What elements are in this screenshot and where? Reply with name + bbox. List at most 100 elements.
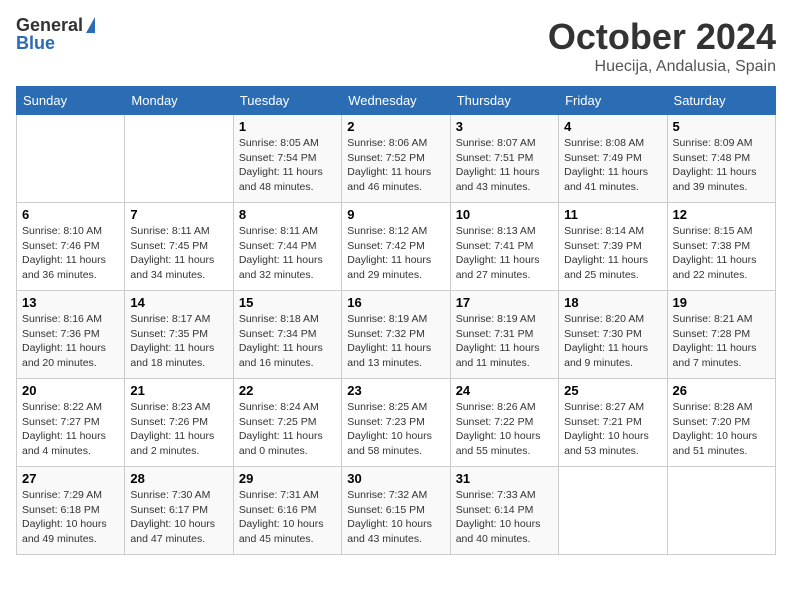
calendar-cell bbox=[17, 115, 125, 203]
day-number: 25 bbox=[564, 383, 661, 398]
day-info: Sunrise: 8:05 AMSunset: 7:54 PMDaylight:… bbox=[239, 136, 336, 195]
calendar-cell: 12 Sunrise: 8:15 AMSunset: 7:38 PMDayligh… bbox=[667, 203, 775, 291]
calendar-cell: 1 Sunrise: 8:05 AMSunset: 7:54 PMDaylight… bbox=[233, 115, 341, 203]
calendar-cell: 5Sunrise: 8:09 AMSunset: 7:48 PMDaylight… bbox=[667, 115, 775, 203]
calendar-cell: 8 Sunrise: 8:11 AMSunset: 7:44 PMDaylight… bbox=[233, 203, 341, 291]
day-info: Sunrise: 8:28 AMSunset: 7:20 PMDaylight:… bbox=[673, 400, 770, 459]
day-number: 11 bbox=[564, 207, 661, 222]
day-number: 1 bbox=[239, 119, 336, 134]
day-number: 18 bbox=[564, 295, 661, 310]
day-info: Sunrise: 8:19 AMSunset: 7:31 PMDaylight:… bbox=[456, 312, 553, 371]
day-info: Sunrise: 8:18 AMSunset: 7:34 PMDaylight:… bbox=[239, 312, 336, 371]
location: Huecija, Andalusia, Spain bbox=[548, 58, 776, 76]
calendar-cell: 26 Sunrise: 8:28 AMSunset: 7:20 PMDayligh… bbox=[667, 379, 775, 467]
calendar-cell: 24 Sunrise: 8:26 AMSunset: 7:22 PMDayligh… bbox=[450, 379, 558, 467]
day-number: 9 bbox=[347, 207, 444, 222]
page-container: General Blue October 2024 Huecija, Andal… bbox=[0, 0, 792, 571]
day-number: 4 bbox=[564, 119, 661, 134]
weekday-header-row: SundayMondayTuesdayWednesdayThursdayFrid… bbox=[17, 87, 776, 115]
day-info: Sunrise: 8:09 AMSunset: 7:48 PMDaylight:… bbox=[673, 136, 770, 195]
day-info: Sunrise: 8:19 AMSunset: 7:32 PMDaylight:… bbox=[347, 312, 444, 371]
calendar-cell: 19 Sunrise: 8:21 AMSunset: 7:28 PMDayligh… bbox=[667, 291, 775, 379]
month-title: October 2024 bbox=[548, 16, 776, 58]
day-info: Sunrise: 8:06 AMSunset: 7:52 PMDaylight:… bbox=[347, 136, 444, 195]
day-number: 20 bbox=[22, 383, 119, 398]
calendar-cell: 11 Sunrise: 8:14 AMSunset: 7:39 PMDayligh… bbox=[559, 203, 667, 291]
day-number: 3 bbox=[456, 119, 553, 134]
day-info: Sunrise: 7:29 AMSunset: 6:18 PMDaylight:… bbox=[22, 488, 119, 547]
calendar-cell: 16 Sunrise: 8:19 AMSunset: 7:32 PMDayligh… bbox=[342, 291, 450, 379]
calendar-cell: 29Sunrise: 7:31 AMSunset: 6:16 PMDayligh… bbox=[233, 467, 341, 555]
day-info: Sunrise: 7:30 AMSunset: 6:17 PMDaylight:… bbox=[130, 488, 227, 547]
day-number: 21 bbox=[130, 383, 227, 398]
weekday-header-friday: Friday bbox=[559, 87, 667, 115]
calendar-cell: 28 Sunrise: 7:30 AMSunset: 6:17 PMDayligh… bbox=[125, 467, 233, 555]
calendar-cell: 15 Sunrise: 8:18 AMSunset: 7:34 PMDayligh… bbox=[233, 291, 341, 379]
day-info: Sunrise: 8:16 AMSunset: 7:36 PMDaylight:… bbox=[22, 312, 119, 371]
day-number: 7 bbox=[130, 207, 227, 222]
day-info: Sunrise: 8:22 AMSunset: 7:27 PMDaylight:… bbox=[22, 400, 119, 459]
calendar-cell: 23Sunrise: 8:25 AMSunset: 7:23 PMDayligh… bbox=[342, 379, 450, 467]
day-info: Sunrise: 8:13 AMSunset: 7:41 PMDaylight:… bbox=[456, 224, 553, 283]
day-number: 26 bbox=[673, 383, 770, 398]
calendar-cell: 14 Sunrise: 8:17 AMSunset: 7:35 PMDayligh… bbox=[125, 291, 233, 379]
day-number: 30 bbox=[347, 471, 444, 486]
title-block: October 2024 Huecija, Andalusia, Spain bbox=[548, 16, 776, 76]
calendar-cell: 21 Sunrise: 8:23 AMSunset: 7:26 PMDayligh… bbox=[125, 379, 233, 467]
calendar-cell: 20 Sunrise: 8:22 AMSunset: 7:27 PMDayligh… bbox=[17, 379, 125, 467]
day-number: 29 bbox=[239, 471, 336, 486]
day-info: Sunrise: 8:10 AMSunset: 7:46 PMDaylight:… bbox=[22, 224, 119, 283]
day-number: 12 bbox=[673, 207, 770, 222]
logo: General Blue bbox=[16, 16, 95, 52]
calendar-table: SundayMondayTuesdayWednesdayThursdayFrid… bbox=[16, 86, 776, 555]
calendar-cell: 13Sunrise: 8:16 AMSunset: 7:36 PMDayligh… bbox=[17, 291, 125, 379]
day-number: 16 bbox=[347, 295, 444, 310]
day-info: Sunrise: 8:27 AMSunset: 7:21 PMDaylight:… bbox=[564, 400, 661, 459]
calendar-week-row: 13Sunrise: 8:16 AMSunset: 7:36 PMDayligh… bbox=[17, 291, 776, 379]
day-info: Sunrise: 8:21 AMSunset: 7:28 PMDaylight:… bbox=[673, 312, 770, 371]
day-number: 27 bbox=[22, 471, 119, 486]
day-info: Sunrise: 8:15 AMSunset: 7:38 PMDaylight:… bbox=[673, 224, 770, 283]
calendar-week-row: 6 Sunrise: 8:10 AMSunset: 7:46 PMDaylight… bbox=[17, 203, 776, 291]
day-info: Sunrise: 8:17 AMSunset: 7:35 PMDaylight:… bbox=[130, 312, 227, 371]
logo-blue-text: Blue bbox=[16, 34, 95, 52]
day-number: 17 bbox=[456, 295, 553, 310]
day-number: 2 bbox=[347, 119, 444, 134]
calendar-cell: 6 Sunrise: 8:10 AMSunset: 7:46 PMDaylight… bbox=[17, 203, 125, 291]
day-number: 31 bbox=[456, 471, 553, 486]
calendar-cell: 3 Sunrise: 8:07 AMSunset: 7:51 PMDaylight… bbox=[450, 115, 558, 203]
calendar-week-row: 27 Sunrise: 7:29 AMSunset: 6:18 PMDayligh… bbox=[17, 467, 776, 555]
day-number: 19 bbox=[673, 295, 770, 310]
day-info: Sunrise: 8:14 AMSunset: 7:39 PMDaylight:… bbox=[564, 224, 661, 283]
day-number: 23 bbox=[347, 383, 444, 398]
day-number: 15 bbox=[239, 295, 336, 310]
day-number: 24 bbox=[456, 383, 553, 398]
day-number: 28 bbox=[130, 471, 227, 486]
day-info: Sunrise: 8:07 AMSunset: 7:51 PMDaylight:… bbox=[456, 136, 553, 195]
day-info: Sunrise: 7:32 AMSunset: 6:15 PMDaylight:… bbox=[347, 488, 444, 547]
day-number: 6 bbox=[22, 207, 119, 222]
day-info: Sunrise: 8:24 AMSunset: 7:25 PMDaylight:… bbox=[239, 400, 336, 459]
day-info: Sunrise: 8:11 AMSunset: 7:44 PMDaylight:… bbox=[239, 224, 336, 283]
calendar-cell: 7Sunrise: 8:11 AMSunset: 7:45 PMDaylight… bbox=[125, 203, 233, 291]
day-number: 22 bbox=[239, 383, 336, 398]
calendar-cell: 18Sunrise: 8:20 AMSunset: 7:30 PMDayligh… bbox=[559, 291, 667, 379]
day-info: Sunrise: 8:12 AMSunset: 7:42 PMDaylight:… bbox=[347, 224, 444, 283]
calendar-cell: 2 Sunrise: 8:06 AMSunset: 7:52 PMDaylight… bbox=[342, 115, 450, 203]
calendar-cell: 27 Sunrise: 7:29 AMSunset: 6:18 PMDayligh… bbox=[17, 467, 125, 555]
calendar-cell: 30 Sunrise: 7:32 AMSunset: 6:15 PMDayligh… bbox=[342, 467, 450, 555]
calendar-cell: 4Sunrise: 8:08 AMSunset: 7:49 PMDaylight… bbox=[559, 115, 667, 203]
day-info: Sunrise: 8:26 AMSunset: 7:22 PMDaylight:… bbox=[456, 400, 553, 459]
calendar-cell: 31 Sunrise: 7:33 AMSunset: 6:14 PMDayligh… bbox=[450, 467, 558, 555]
calendar-week-row: 1 Sunrise: 8:05 AMSunset: 7:54 PMDaylight… bbox=[17, 115, 776, 203]
weekday-header-sunday: Sunday bbox=[17, 87, 125, 115]
calendar-cell: 25 Sunrise: 8:27 AMSunset: 7:21 PMDayligh… bbox=[559, 379, 667, 467]
day-number: 10 bbox=[456, 207, 553, 222]
day-number: 8 bbox=[239, 207, 336, 222]
calendar-cell: 10 Sunrise: 8:13 AMSunset: 7:41 PMDayligh… bbox=[450, 203, 558, 291]
day-info: Sunrise: 7:33 AMSunset: 6:14 PMDaylight:… bbox=[456, 488, 553, 547]
day-info: Sunrise: 8:23 AMSunset: 7:26 PMDaylight:… bbox=[130, 400, 227, 459]
weekday-header-monday: Monday bbox=[125, 87, 233, 115]
weekday-header-wednesday: Wednesday bbox=[342, 87, 450, 115]
day-number: 14 bbox=[130, 295, 227, 310]
